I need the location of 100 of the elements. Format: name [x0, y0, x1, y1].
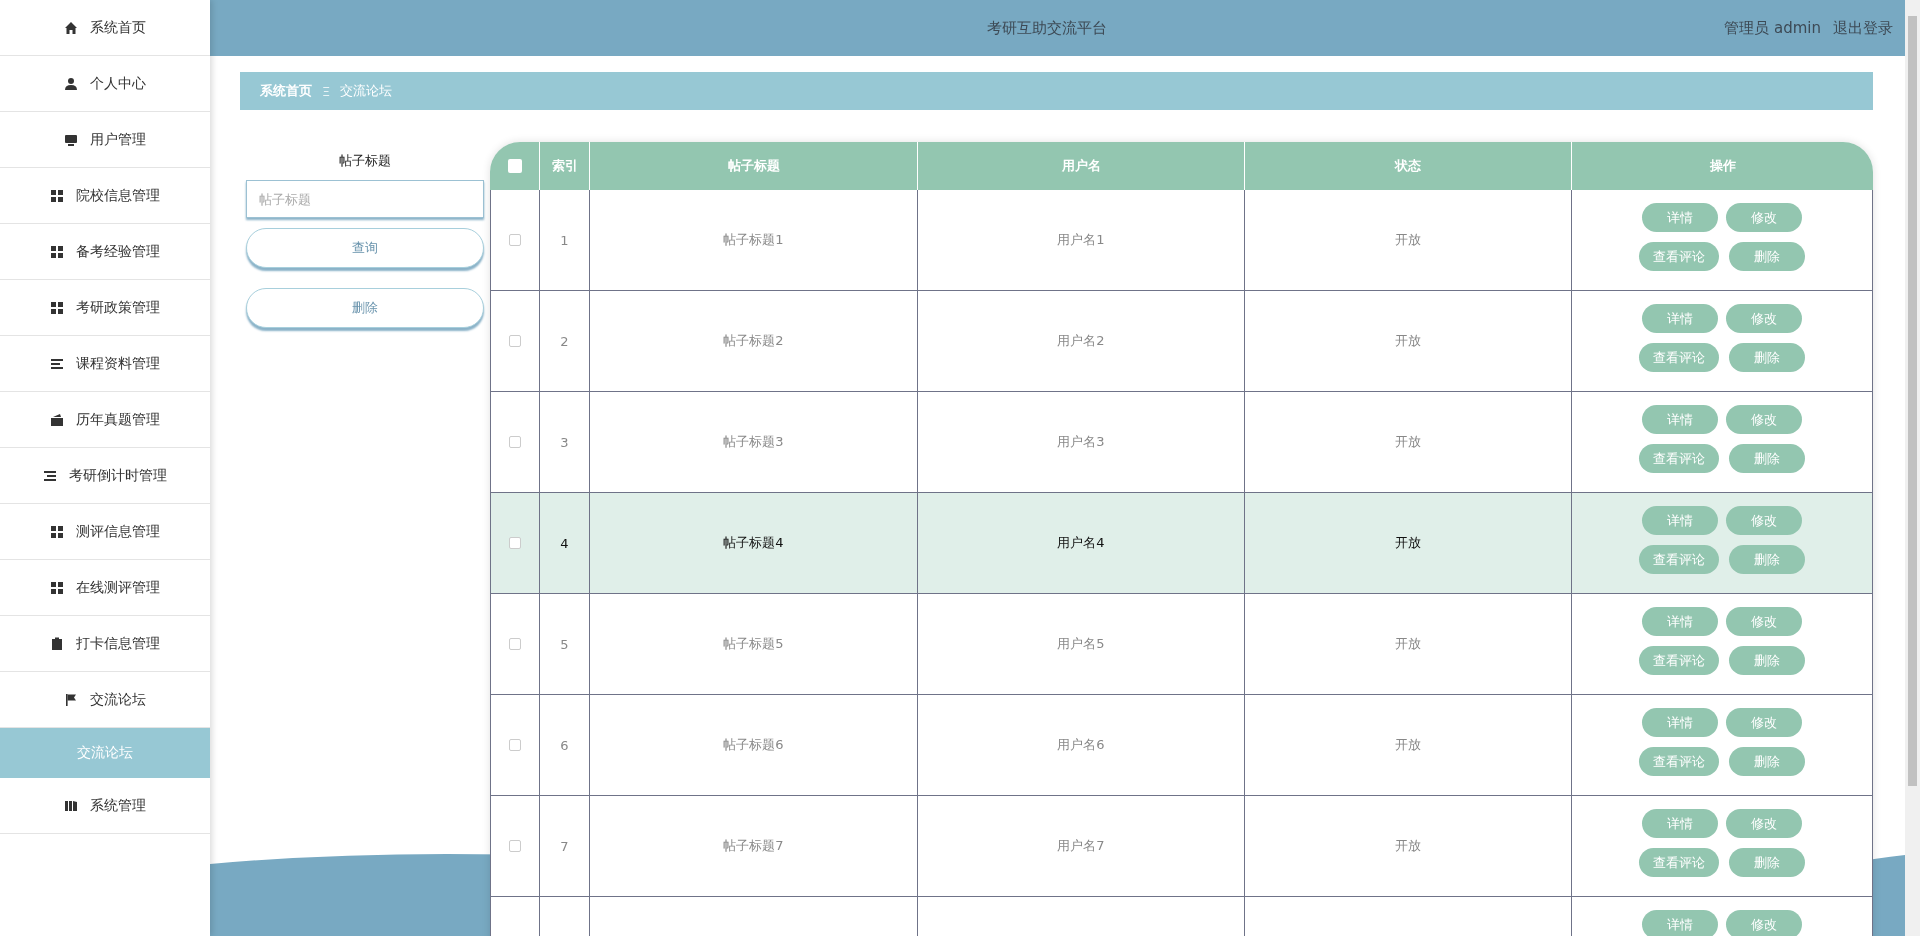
sidebar-item[interactable]: 课程资料管理 [0, 336, 210, 392]
table-cell: 开放 [1395, 837, 1421, 855]
action-button[interactable]: 详情 [1642, 607, 1718, 636]
sidebar-item[interactable]: 历年真题管理 [0, 392, 210, 448]
breadcrumb-current: 交流论坛 [340, 82, 393, 100]
sidebar-item[interactable]: 考研倒计时管理 [0, 448, 210, 504]
list-icon [50, 356, 64, 371]
sidebar-item[interactable]: 系统管理 [0, 778, 210, 834]
action-button[interactable]: 删除 [1729, 646, 1805, 675]
row-checkbox[interactable] [509, 436, 521, 448]
row-checkbox[interactable] [509, 638, 521, 650]
delete-button[interactable]: 删除 [246, 288, 484, 328]
table-cell: 帖子标题3 [723, 433, 784, 451]
table-cell: 4 [560, 535, 569, 551]
action-button[interactable]: 查看评论 [1639, 545, 1719, 574]
action-button[interactable]: 详情 [1642, 405, 1718, 434]
logout-link[interactable]: 退出登录 [1833, 18, 1893, 38]
sidebar-item[interactable]: 备考经验管理 [0, 224, 210, 280]
grid-icon [50, 300, 64, 315]
table-cell: 开放 [1395, 332, 1421, 350]
action-button[interactable]: 查看评论 [1639, 242, 1719, 271]
table-cell: 2 [560, 333, 569, 349]
table-cell: 6 [560, 737, 569, 753]
action-button[interactable]: 详情 [1642, 203, 1718, 232]
table-cell: 用户名4 [1057, 534, 1105, 552]
row-checkbox[interactable] [509, 739, 521, 751]
row-checkbox[interactable] [509, 840, 521, 852]
action-button[interactable]: 删除 [1729, 343, 1805, 372]
sidebar-item[interactable]: 在线测评管理 [0, 560, 210, 616]
table-cell: 开放 [1395, 534, 1421, 552]
table-cell: 开放 [1395, 736, 1421, 754]
sidebar-item[interactable]: 考研政策管理 [0, 280, 210, 336]
action-button[interactable]: 修改 [1726, 607, 1802, 636]
action-button[interactable]: 修改 [1726, 203, 1802, 232]
scrollbar[interactable] [1905, 0, 1920, 936]
action-button[interactable]: 删除 [1729, 848, 1805, 877]
table-cell: 帖子标题6 [723, 736, 784, 754]
query-button[interactable]: 查询 [246, 228, 484, 268]
table-cell: 1 [560, 232, 569, 248]
monitor-icon [64, 132, 78, 147]
row-checkbox[interactable] [509, 234, 521, 246]
title-search-field[interactable]: 帖子标题 [246, 180, 484, 218]
action-button[interactable]: 修改 [1726, 506, 1802, 535]
table-cell: 用户名3 [1057, 433, 1105, 451]
sidebar-item[interactable]: 院校信息管理 [0, 168, 210, 224]
home-icon [64, 20, 78, 35]
action-button[interactable]: 删除 [1729, 444, 1805, 473]
table-cell: 3 [560, 434, 569, 450]
book-icon [64, 798, 78, 813]
action-button[interactable]: 修改 [1726, 809, 1802, 838]
row-checkbox[interactable] [509, 335, 521, 347]
action-button[interactable]: 查看评论 [1639, 444, 1719, 473]
action-button[interactable]: 查看评论 [1639, 343, 1719, 372]
table-cell: 用户名6 [1057, 736, 1105, 754]
user-label: 管理员 admin [1724, 18, 1821, 38]
action-button[interactable]: 查看评论 [1639, 848, 1719, 877]
action-button[interactable]: 修改 [1726, 708, 1802, 737]
action-button[interactable]: 删除 [1729, 545, 1805, 574]
column-header: 帖子标题 [727, 157, 780, 175]
clipboard-icon [50, 636, 64, 651]
breadcrumb-separator: Ξ [322, 83, 331, 99]
action-button[interactable]: 修改 [1726, 910, 1802, 936]
select-all-checkbox[interactable] [507, 159, 522, 173]
field-label: 帖子标题 [338, 152, 392, 170]
row-checkbox[interactable] [509, 537, 521, 549]
action-button[interactable]: 删除 [1729, 242, 1805, 271]
flag-icon [64, 692, 78, 707]
table-cell: 帖子标题2 [723, 332, 784, 350]
action-button[interactable]: 详情 [1642, 506, 1718, 535]
table-cell: 帖子标题7 [723, 837, 784, 855]
table-cell: 用户名5 [1057, 635, 1105, 653]
action-button[interactable]: 修改 [1726, 405, 1802, 434]
sidebar-item[interactable]: 用户管理 [0, 112, 210, 168]
sidebar-item[interactable]: 打卡信息管理 [0, 616, 210, 672]
user-icon [64, 76, 78, 91]
column-header: 索引 [551, 157, 578, 175]
column-header: 状态 [1395, 157, 1421, 175]
action-button[interactable]: 详情 [1642, 304, 1718, 333]
wallet-icon [50, 412, 64, 427]
grid-icon [50, 524, 64, 539]
action-button[interactable]: 详情 [1642, 910, 1718, 936]
site-title: 考研互助交流平台 [986, 18, 1109, 38]
table-cell: 5 [560, 636, 569, 652]
sidebar-subitem[interactable]: 交流论坛 [0, 728, 210, 778]
list-icon [43, 468, 57, 483]
table-cell: 用户名7 [1057, 837, 1105, 855]
action-button[interactable]: 详情 [1642, 809, 1718, 838]
action-button[interactable]: 删除 [1729, 747, 1805, 776]
action-button[interactable]: 查看评论 [1639, 646, 1719, 675]
action-button[interactable]: 详情 [1642, 708, 1718, 737]
table-cell: 用户名1 [1057, 231, 1105, 249]
sidebar-item[interactable]: 个人中心 [0, 56, 210, 112]
table-cell: 7 [560, 838, 569, 854]
table-cell: 用户名2 [1057, 332, 1105, 350]
action-button[interactable]: 查看评论 [1639, 747, 1719, 776]
action-button[interactable]: 修改 [1726, 304, 1802, 333]
table-cell: 帖子标题1 [723, 231, 784, 249]
breadcrumb-link[interactable]: 系统首页 [260, 82, 312, 100]
grid-icon [50, 188, 64, 203]
sidebar-item[interactable]: 测评信息管理 [0, 504, 210, 560]
